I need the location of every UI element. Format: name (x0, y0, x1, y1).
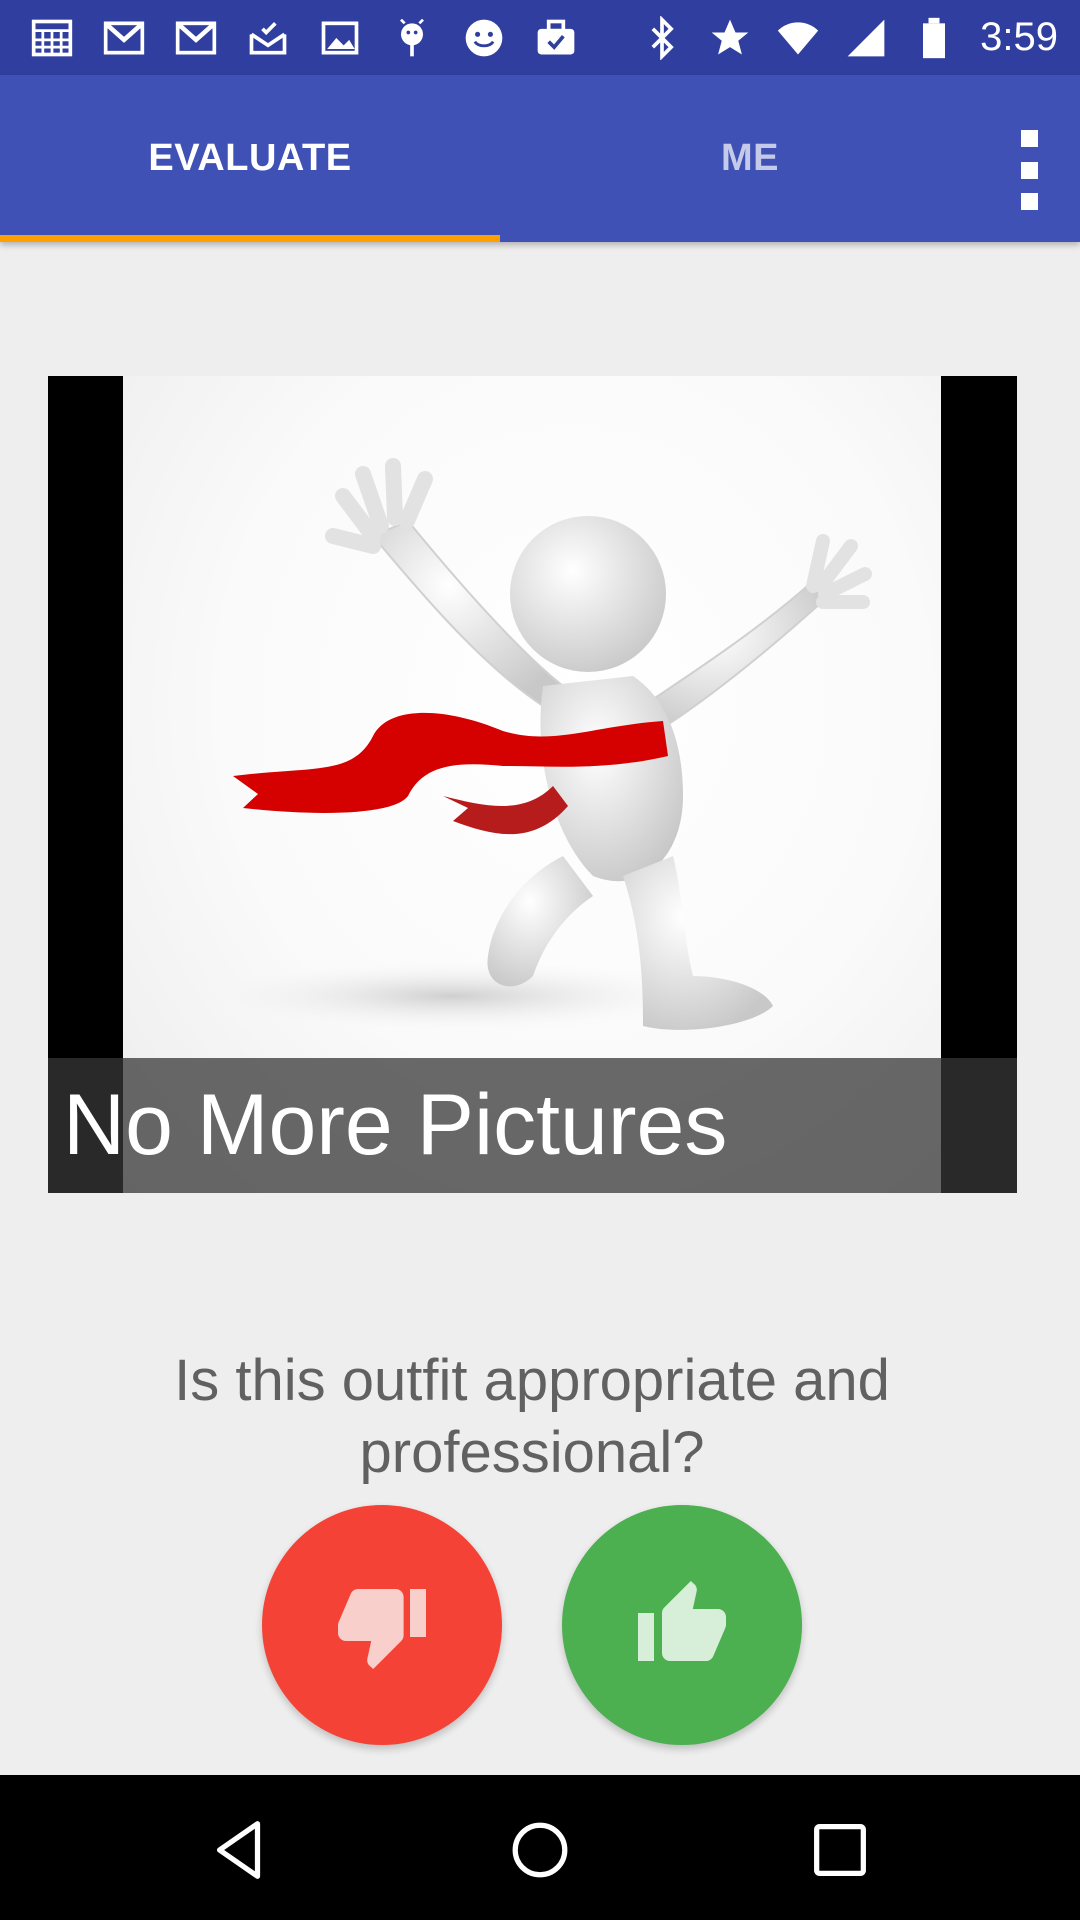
signal-icon (844, 16, 888, 60)
more-vert-icon[interactable] (998, 130, 1060, 210)
thumbs-down-button[interactable] (262, 1505, 502, 1745)
clock: 3:59 (980, 15, 1058, 59)
selected-tab-indicator (0, 235, 500, 242)
android-debug-icon (390, 16, 434, 60)
calendar-icon (30, 16, 74, 60)
battery-icon (912, 16, 956, 60)
caption-bar: No More Pictures (48, 1058, 1017, 1193)
thumbs-up-button[interactable] (562, 1505, 802, 1745)
photo-caption: No More Pictures (63, 1077, 728, 1173)
wifi-icon (776, 16, 820, 60)
bluetooth-icon (640, 15, 684, 60)
app-bar: EVALUATE ME (0, 75, 1080, 242)
home-icon[interactable] (485, 1795, 595, 1905)
thumbs-down-icon (338, 1589, 426, 1669)
back-icon[interactable] (185, 1795, 295, 1905)
gmail-icon (174, 16, 218, 60)
inbox-icon (246, 16, 290, 60)
tab-me[interactable]: ME (500, 75, 1000, 242)
status-bar: 3:59 (0, 0, 1080, 75)
outfit-photo-card: No More Pictures (48, 376, 1017, 1193)
briefcase-check-icon (534, 16, 578, 60)
star-icon (708, 16, 752, 60)
notification-icons (30, 16, 606, 60)
app-screen: 3:59 EVALUATE ME No More Pictures Is thi… (0, 0, 1080, 1920)
image-icon (318, 16, 362, 60)
system-status: 3:59 (616, 15, 1058, 60)
navigation-bar (0, 1775, 1080, 1920)
smiley-icon (462, 16, 506, 60)
thumbs-up-icon (638, 1581, 726, 1661)
recents-icon[interactable] (785, 1795, 895, 1905)
gmail-icon (102, 16, 146, 60)
evaluation-question: Is this outfit appropriate and professio… (174, 1348, 890, 1485)
tab-evaluate[interactable]: EVALUATE (0, 75, 500, 242)
